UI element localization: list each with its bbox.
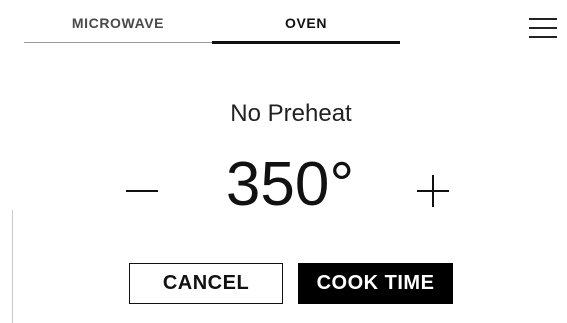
hamburger-menu-icon[interactable] xyxy=(529,18,557,40)
cancel-button[interactable]: CANCEL xyxy=(129,263,283,304)
left-divider xyxy=(12,210,13,323)
menu-line xyxy=(529,18,557,20)
tab-microwave-underline xyxy=(24,42,212,43)
minus-icon[interactable] xyxy=(122,170,162,210)
oven-control-screen: MICROWAVE OVEN No Preheat 350° CANCEL CO… xyxy=(0,0,567,323)
plus-icon[interactable] xyxy=(413,170,453,210)
temperature-display: 350° xyxy=(225,150,355,219)
preheat-status: No Preheat xyxy=(230,100,352,127)
tab-microwave[interactable]: MICROWAVE xyxy=(24,0,212,46)
tab-oven[interactable]: OVEN xyxy=(212,0,400,46)
tab-oven-active-underline xyxy=(212,41,400,44)
menu-line xyxy=(529,27,557,29)
cook-time-button[interactable]: COOK TIME xyxy=(298,263,453,304)
menu-line xyxy=(529,36,557,38)
mode-tabs: MICROWAVE OVEN xyxy=(24,0,400,46)
